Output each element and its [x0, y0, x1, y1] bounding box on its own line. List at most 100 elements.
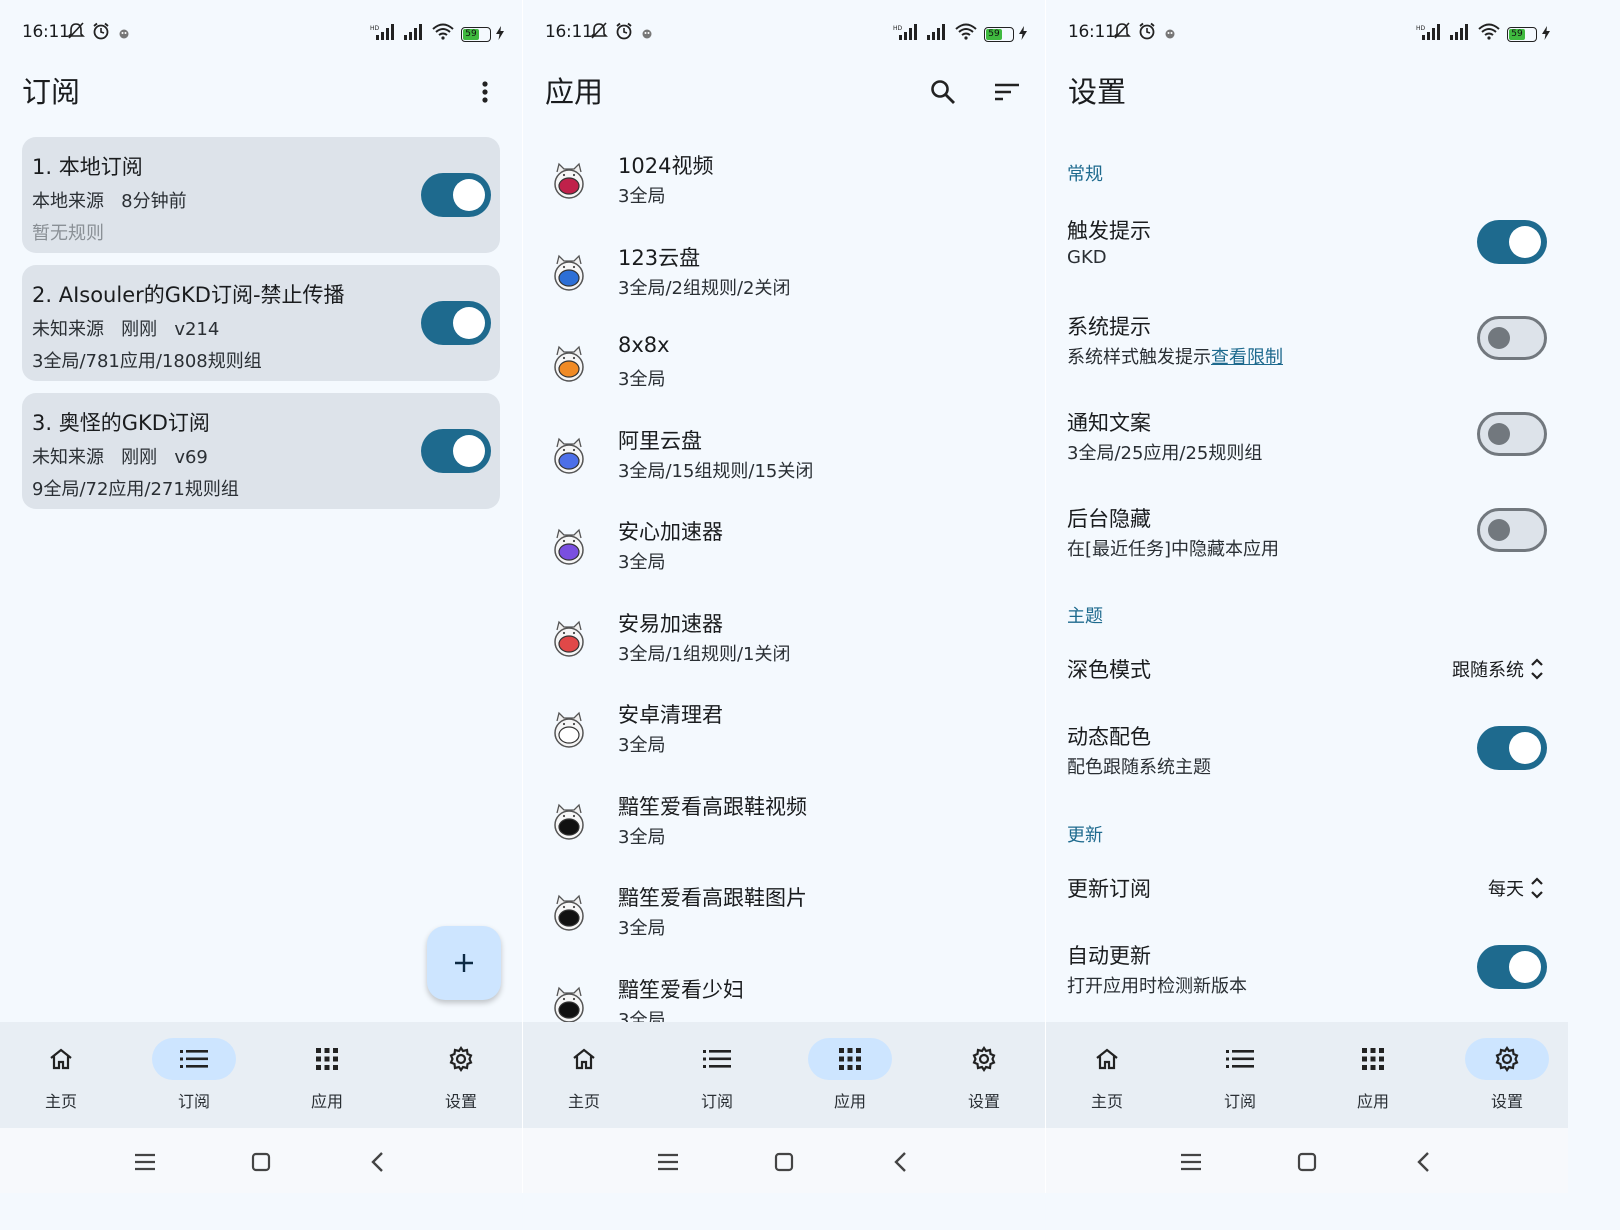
app-name: 黯笙爱看高跟鞋视频	[618, 795, 807, 819]
app-list-item[interactable]: 黯笙爱看高跟鞋视频 3全局	[523, 791, 1045, 881]
toggle-knob	[1509, 226, 1541, 258]
setting-notification-text[interactable]: 通知文案 3全局/25应用/25规则组	[1046, 407, 1568, 471]
app-name: 阿里云盘	[618, 429, 702, 453]
home-key-button[interactable]	[1293, 1148, 1321, 1176]
app-list-item[interactable]: 安易加速器 3全局/1组规则/1关闭	[523, 608, 1045, 698]
setting-auto-update[interactable]: 自动更新 打开应用时检测新版本	[1046, 940, 1568, 1004]
app-rule-summary: 3全局	[618, 735, 666, 756]
recents-button[interactable]	[131, 1148, 159, 1176]
hide-from-recents-toggle[interactable]	[1477, 508, 1547, 552]
app-list-item[interactable]: 安心加速器 3全局	[523, 516, 1045, 606]
card-meta: 未知来源 刚刚 v214	[32, 319, 220, 340]
subscription-card-3[interactable]: 3. 奥怪的GKD订阅 未知来源 刚刚 v69 9全局/72应用/271规则组	[22, 393, 500, 509]
nav-indicator	[675, 1038, 759, 1080]
setting-dark-mode[interactable]: 深色模式 跟随系统	[1046, 654, 1568, 688]
update-frequency-select[interactable]: 每天	[1488, 875, 1544, 901]
setting-system-toast[interactable]: 系统提示 系统样式触发提示查看限制	[1046, 311, 1568, 375]
nav-apps[interactable]: 应用	[1328, 1038, 1418, 1118]
app-list-item[interactable]: 黯笙爱看高跟鞋图片 3全局	[523, 882, 1045, 972]
search-button[interactable]	[927, 76, 959, 108]
card-title: 2. AIsouler的GKD订阅-禁止传播	[32, 283, 345, 307]
setting-desc: 3全局/25应用/25规则组	[1067, 443, 1263, 464]
list-icon	[703, 1050, 731, 1068]
app-avatar-icon	[554, 254, 584, 291]
subscription-card-1[interactable]: 1. 本地订阅 本地来源 8分钟前 暂无规则	[22, 137, 500, 253]
subscription-3-toggle[interactable]	[421, 429, 491, 473]
nav-settings[interactable]: 设置	[416, 1038, 506, 1118]
nav-label: 应用	[1356, 1092, 1389, 1111]
setting-label: 后台隐藏	[1067, 507, 1151, 531]
auto-update-toggle[interactable]	[1477, 945, 1547, 989]
home-key-button[interactable]	[247, 1148, 275, 1176]
status-bar: 16:11 HD 59	[0, 18, 522, 48]
dynamic-color-toggle[interactable]	[1477, 726, 1547, 770]
app-list-item[interactable]: 黯笙爱看少妇 3全局	[523, 974, 1045, 1022]
app-list-item[interactable]: 1024视频 3全局	[523, 150, 1045, 240]
toggle-knob	[453, 435, 485, 467]
dark-mode-select[interactable]: 跟随系统	[1452, 656, 1544, 682]
app-list-item[interactable]: 安卓清理君 3全局	[523, 699, 1045, 789]
card-title: 3. 奥怪的GKD订阅	[32, 411, 210, 435]
sort-button[interactable]	[991, 76, 1023, 108]
view-limits-link[interactable]: 查看限制	[1211, 347, 1283, 368]
app-name: 安易加速器	[618, 612, 723, 636]
card-title: 1. 本地订阅	[32, 155, 143, 179]
system-toast-toggle[interactable]	[1477, 316, 1547, 360]
toggle-knob	[453, 179, 485, 211]
nav-subscriptions[interactable]: 订阅	[1195, 1038, 1285, 1118]
battery-level: 59	[462, 29, 480, 40]
more-options-button[interactable]	[469, 76, 501, 108]
page-title: 应用	[545, 75, 604, 109]
notification-text-toggle[interactable]	[1477, 412, 1547, 456]
nav-home[interactable]: 主页	[1062, 1038, 1152, 1118]
section-update: 更新	[1067, 825, 1103, 846]
recents-button[interactable]	[1177, 1148, 1205, 1176]
app-name: 123云盘	[618, 246, 701, 270]
back-button[interactable]	[363, 1148, 391, 1176]
back-button[interactable]	[1409, 1148, 1437, 1176]
alarm-icon	[93, 22, 109, 40]
subscription-card-2[interactable]: 2. AIsouler的GKD订阅-禁止传播 未知来源 刚刚 v214 3全局/…	[22, 265, 500, 381]
nav-home[interactable]: 主页	[539, 1038, 629, 1118]
app-list-item[interactable]: 123云盘 3全局/2组规则/2关闭	[523, 242, 1045, 332]
add-subscription-button[interactable]	[427, 926, 501, 1000]
setting-hide-from-recents[interactable]: 后台隐藏 在[最近任务]中隐藏本应用	[1046, 503, 1568, 567]
nav-label: 主页	[44, 1092, 77, 1111]
setting-desc: 系统样式触发提示查看限制	[1067, 343, 1283, 369]
setting-dynamic-color[interactable]: 动态配色 配色跟随系统主题	[1046, 721, 1568, 785]
nav-subscriptions[interactable]: 订阅	[672, 1038, 762, 1118]
setting-update-subscription[interactable]: 更新订阅 每天	[1046, 873, 1568, 907]
subscription-2-toggle[interactable]	[421, 301, 491, 345]
nav-home[interactable]: 主页	[16, 1038, 106, 1118]
nav-settings[interactable]: 设置	[939, 1038, 1029, 1118]
nav-apps[interactable]: 应用	[282, 1038, 372, 1118]
setting-trigger-toast[interactable]: 触发提示 GKD	[1046, 215, 1568, 279]
back-button[interactable]	[886, 1148, 914, 1176]
recents-button[interactable]	[654, 1148, 682, 1176]
app-list-item[interactable]: 8x8x 3全局	[523, 333, 1045, 423]
sort-icon	[995, 83, 1019, 101]
back-chevron-icon	[894, 1152, 906, 1172]
nav-subscriptions[interactable]: 订阅	[149, 1038, 239, 1118]
app-list-item[interactable]: 阿里云盘 3全局/15组规则/15关闭	[523, 425, 1045, 515]
nav-indicator	[808, 1038, 892, 1080]
wifi-icon	[432, 23, 454, 40]
mute-icon	[590, 22, 608, 39]
square-icon	[774, 1152, 794, 1172]
card-meta: 本地来源 8分钟前	[32, 191, 187, 212]
home-key-button[interactable]	[770, 1148, 798, 1176]
setting-desc: 配色跟随系统主题	[1067, 757, 1211, 778]
section-general: 常规	[1067, 164, 1103, 185]
alarm-icon	[1139, 22, 1155, 40]
charging-icon	[496, 26, 504, 40]
toggle-knob	[1509, 732, 1541, 764]
trigger-toast-toggle[interactable]	[1477, 220, 1547, 264]
charging-icon	[1542, 26, 1550, 40]
nav-settings[interactable]: 设置	[1462, 1038, 1552, 1118]
subscription-1-toggle[interactable]	[421, 173, 491, 217]
page-title: 设置	[1068, 75, 1127, 109]
app-rule-summary: 3全局	[618, 552, 666, 573]
square-icon	[1297, 1152, 1317, 1172]
nav-apps[interactable]: 应用	[805, 1038, 895, 1118]
top-app-bar: 应用	[523, 70, 1045, 114]
